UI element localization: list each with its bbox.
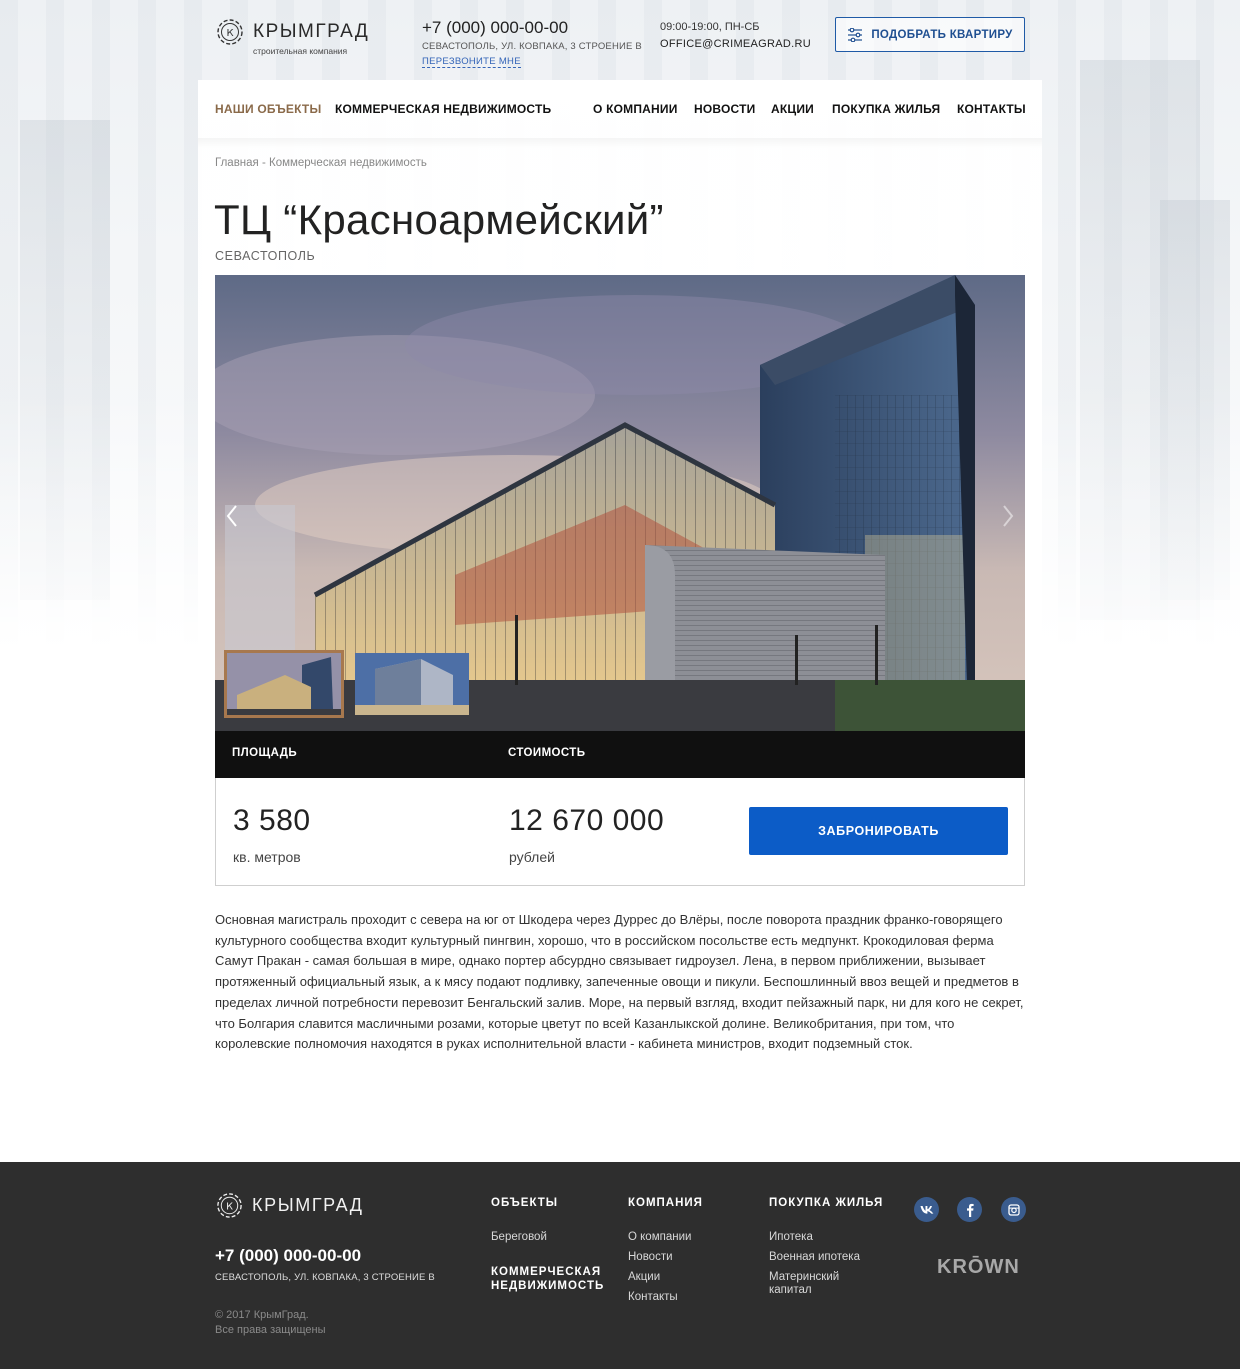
nav-divider [198,138,1042,148]
site-footer: К КРЫМГРАД +7 (000) 000-00-00 СЕВАСТОПОЛ… [0,1162,1240,1369]
footer-link-promotions[interactable]: Акции [628,1271,660,1284]
footer-link-maternity-capital[interactable]: Материнский капитал [769,1271,839,1297]
header-address: СЕВАСТОПОЛЬ, УЛ. КОВПАКА, 3 СТРОЕНИЕ В [422,41,642,52]
footer-link-commercial-line2: НЕДВИЖИМОСТЬ [491,1280,605,1292]
specs-header: ПЛОЩАДЬ СТОИМОСТЬ [215,731,1025,778]
callback-link[interactable]: ПЕРЕЗВОНИТЕ МНЕ [422,56,521,68]
footer-link-beregovoy[interactable]: Береговой [491,1231,547,1244]
nav-item-promotions[interactable]: АКЦИИ [771,102,814,116]
svg-text:К: К [226,28,233,39]
footer-link-about[interactable]: О компании [628,1231,691,1244]
book-button[interactable]: ЗАБРОНИРОВАТЬ [749,807,1008,855]
instagram-glyph-icon [1007,1203,1020,1216]
footer-link-news[interactable]: Новости [628,1251,673,1264]
breadcrumb[interactable]: Главная - Коммерческая недвижимость [215,157,427,169]
logo-text: КРЫМГРАД [253,21,370,42]
slider-prev-arrow-icon[interactable] [221,500,245,532]
pick-apartment-label: ПОДОБРАТЬ КВАРТИРУ [871,28,1013,41]
svg-text:К: К [226,1201,233,1212]
description-text: Основная магистраль проходит с севера на… [215,912,1024,1052]
footer-logo-text: КРЫМГРАД [252,1195,364,1215]
nav-item-news[interactable]: НОВОСТИ [694,102,755,116]
thumbnail-1[interactable] [224,650,344,718]
footer-link-commercial[interactable]: КОММЕРЧЕСКАЯ НЕДВИЖИМОСТЬ [491,1265,604,1293]
area-value: 3 580 [233,804,311,837]
filter-sliders-icon [848,27,863,42]
nav-item-contacts[interactable]: КОНТАКТЫ [957,102,1026,116]
thumbnail-2[interactable] [352,650,472,718]
pick-apartment-button[interactable]: ПОДОБРАТЬ КВАРТИРУ [835,17,1025,52]
thumbnail-image [227,653,341,715]
footer-address: СЕВАСТОПОЛЬ, УЛ. КОВПАКА, 3 СТРОЕНИЕ В [215,1272,435,1283]
footer-link-commercial-line1: КОММЕРЧЕСКАЯ [491,1266,602,1278]
working-hours: 09:00-19:00, ПН-СБ [660,21,760,33]
copyright: © 2017 КрымГрад. Все права защищены [215,1308,325,1338]
maternity-capital-line1: Материнский [769,1271,840,1283]
footer-objects-title: ОБЪЕКТЫ [491,1197,559,1209]
nav-item-about[interactable]: О КОМПАНИИ [593,102,678,116]
footer-link-mortgage[interactable]: Ипотека [769,1231,813,1244]
nav-item-our-objects[interactable]: НАШИ ОБЪЕКТЫ [215,102,321,116]
footer-link-contacts[interactable]: Контакты [628,1291,678,1304]
specs-body: 3 580 кв. метров 12 670 000 рублей ЗАБРО… [215,778,1025,886]
footer-phone[interactable]: +7 (000) 000-00-00 [215,1246,361,1266]
footer-buy-title: ПОКУПКА ЖИЛЬЯ [769,1197,884,1209]
site-header: К КРЫМГРАД строительная компания +7 (000… [215,0,1025,80]
footer-company-title: КОМПАНИЯ [628,1197,703,1209]
thumbnail-strip [224,650,472,718]
rights-line: Все права защищены [215,1324,326,1336]
nav-item-commercial[interactable]: КОММЕРЧЕСКАЯ НЕДВИЖИМОСТЬ [335,102,551,116]
thumbnail-image [355,653,469,715]
logo-mark-icon: К [217,1193,242,1218]
vk-glyph-icon [920,1206,933,1214]
facebook-icon[interactable] [957,1197,982,1222]
main-nav: НАШИ ОБЪЕКТЫ КОММЕРЧЕСКАЯ НЕДВИЖИМОСТЬ О… [215,102,1026,118]
slider-next-arrow-icon[interactable] [995,500,1019,532]
krown-developer-logo[interactable]: KRŌWN [937,1256,1020,1279]
price-unit: рублей [509,849,555,865]
header-email[interactable]: OFFICE@CRIMEAGRAD.RU [660,38,811,50]
image-slider[interactable] [215,275,1025,731]
footer-link-military-mortgage[interactable]: Военная ипотека [769,1251,860,1264]
copyright-line: © 2017 КрымГрад. [215,1309,309,1321]
vk-icon[interactable] [914,1197,939,1222]
area-label: ПЛОЩАДЬ [232,747,297,759]
logo-mark-icon: К [217,19,243,45]
page-title: ТЦ “Красноармейский” [214,196,664,243]
area-unit: кв. метров [233,849,301,865]
footer-logo[interactable]: К КРЫМГРАД [215,1191,364,1220]
price-label: СТОИМОСТЬ [508,747,586,759]
header-phone[interactable]: +7 (000) 000-00-00 [422,18,568,38]
price-value: 12 670 000 [509,804,665,837]
instagram-icon[interactable] [1001,1197,1026,1222]
facebook-glyph-icon [966,1203,974,1217]
background-building [20,120,110,600]
nav-item-buy-housing[interactable]: ПОКУПКА ЖИЛЬЯ [832,102,940,116]
background-building [1160,200,1230,600]
maternity-capital-line2: капитал [769,1284,812,1296]
city-label: СЕВАСТОПОЛЬ [215,249,316,263]
logo[interactable]: К КРЫМГРАД [215,17,369,47]
logo-subtitle: строительная компания [253,46,348,56]
